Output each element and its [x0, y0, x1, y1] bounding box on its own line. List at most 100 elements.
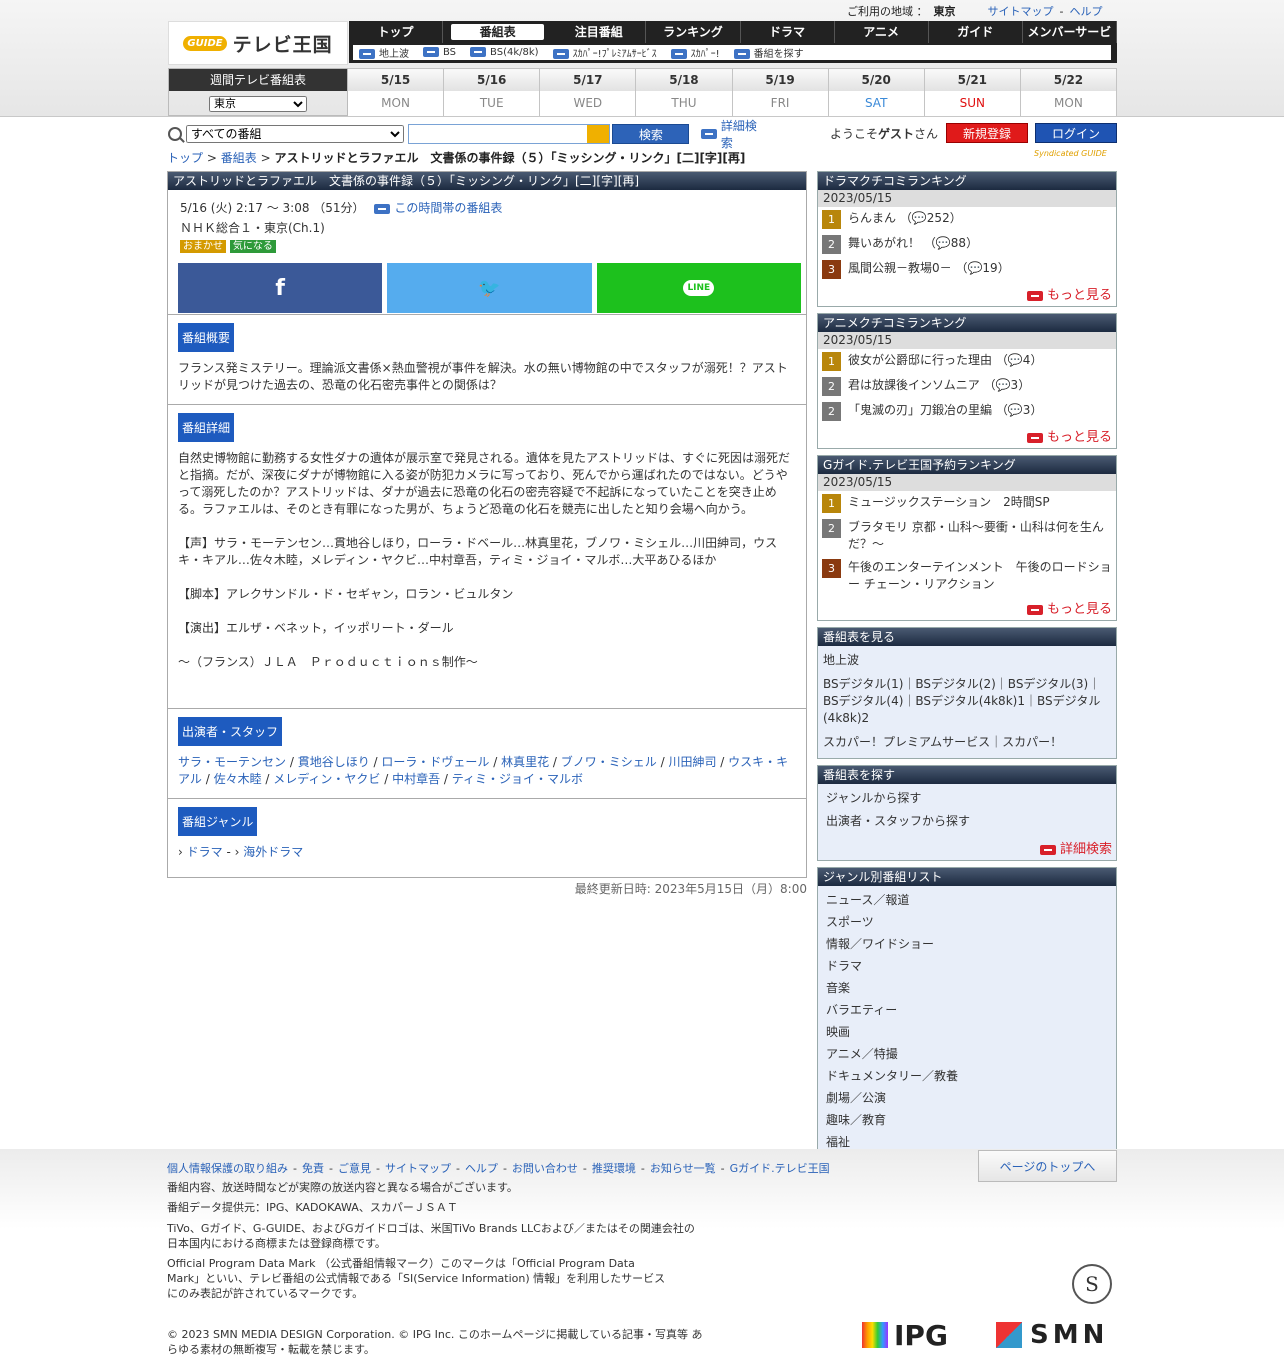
ranking-item[interactable]: 2 「鬼滅の刃」刀鍛冶の里編 （💬3） — [818, 399, 1116, 424]
sitemap-link[interactable]: サイトマップ — [988, 3, 1054, 19]
ranking-item[interactable]: 2 舞いあがれ！ （💬88） — [818, 232, 1116, 257]
more-link[interactable]: もっと見る — [818, 424, 1116, 448]
list-item[interactable]: BSデジタル(1)｜BSデジタル(2)｜BSデジタル(3)｜BSデジタル(4)｜… — [818, 673, 1116, 731]
day-column[interactable]: 5/15 MON — [348, 68, 445, 116]
footer-link[interactable]: 個人情報保護の取り組み — [167, 1162, 288, 1175]
list-item[interactable]: 情報／ワイドショー — [818, 933, 1116, 955]
weekly-schedule-bar: 週間テレビ番組表 東京 5/15 MON 5/16 TUE 5/17 WED 5/18 THU… — [168, 68, 1117, 116]
line-share-button[interactable]: LINE — [596, 263, 801, 313]
day-column[interactable]: 5/16 TUE — [444, 68, 541, 116]
footer-link[interactable]: お知らせ一覧 — [650, 1162, 716, 1175]
genre-link-foreign-drama[interactable]: 海外ドラマ — [243, 845, 303, 859]
cast-link[interactable]: 中村章吾 — [392, 772, 440, 786]
day-column[interactable]: 5/19 FRI — [732, 68, 829, 116]
footer-link[interactable]: ヘルプ — [465, 1162, 498, 1175]
cast-link[interactable]: 林真里花 — [501, 755, 549, 769]
footer-link[interactable]: 免責 — [302, 1162, 324, 1175]
sub-nav-item-4[interactable]: ｽｶﾊﾟｰ! — [670, 45, 720, 60]
cast-link[interactable]: ローラ・ドヴェール — [381, 755, 489, 769]
sub-nav-item-0[interactable]: 地上波 — [359, 45, 409, 60]
footer-link[interactable]: ご意見 — [338, 1162, 371, 1175]
nav-tab-0[interactable]: トップ — [349, 21, 444, 43]
nav-tab-7[interactable]: メンバーサービス — [1023, 21, 1117, 61]
kininaru-tag[interactable]: 気になる — [229, 240, 276, 253]
day-date: 5/20 — [828, 69, 924, 91]
nav-tab-2[interactable]: 注目番組 — [552, 21, 647, 43]
footer-link[interactable]: Gガイド.テレビ王国 — [730, 1162, 830, 1175]
breadcrumb-listing[interactable]: 番組表 — [221, 151, 257, 165]
cast-link[interactable]: 川田紳司 — [668, 755, 716, 769]
cast-link[interactable]: ブノワ・ミシェル — [561, 755, 657, 769]
ranking-item[interactable]: 1 彼女が公爵邸に行った理由 （💬4） — [818, 349, 1116, 374]
login-button[interactable]: ログイン — [1035, 123, 1117, 143]
omakase-tag[interactable]: おまかせ — [180, 240, 226, 253]
nav-tab-4[interactable]: ドラマ — [741, 21, 835, 43]
facebook-share-button[interactable]: f — [178, 263, 383, 313]
more-link[interactable]: 詳細検索 — [818, 836, 1116, 860]
advanced-search-link[interactable]: 詳細検索 — [701, 117, 768, 151]
nav-tab-3[interactable]: ランキング — [646, 21, 741, 43]
search-scope-select[interactable]: すべての番組 — [185, 125, 405, 143]
ranking-item[interactable]: 2 ブラタモリ 京都・山科〜要衝・山科は何を生んだ？〜 — [818, 516, 1116, 556]
ranking-item[interactable]: 1 らんまん （💬252） — [818, 207, 1116, 232]
more-link[interactable]: もっと見る — [818, 282, 1116, 306]
list-item[interactable]: 劇場／公演 — [818, 1087, 1116, 1109]
search-button[interactable]: 検索 — [612, 124, 690, 144]
arrow-icon — [552, 49, 569, 59]
list-item[interactable]: 出演者・スタッフから探す — [818, 810, 1116, 833]
nav-tab-1[interactable]: 番組表 — [451, 24, 545, 40]
site-logo[interactable]: GUIDE テレビ王国 — [168, 21, 348, 65]
page-top-button[interactable]: ページのトップへ — [978, 1150, 1117, 1182]
ranking-item[interactable]: 3 風間公親－教場0－ （💬19） — [818, 257, 1116, 282]
day-column[interactable]: 5/20 SAT — [828, 68, 925, 116]
list-item[interactable]: 地上波 — [818, 649, 1116, 673]
footer-link[interactable]: お問い合わせ — [512, 1162, 578, 1175]
cast-link[interactable]: 貫地谷しほり — [298, 755, 370, 769]
list-item[interactable]: 映画 — [818, 1021, 1116, 1043]
smn-logo: SMN — [996, 1320, 1108, 1350]
sub-nav-item-5[interactable]: 番組を探す — [733, 45, 804, 60]
list-item[interactable]: ドラマ — [818, 955, 1116, 977]
cast-link[interactable]: 佐々木睦 — [214, 772, 262, 786]
day-weekday: THU — [636, 91, 732, 116]
sub-nav-item-2[interactable]: BS(4k/8k) — [470, 47, 539, 58]
list-item[interactable]: バラエティー — [818, 999, 1116, 1021]
breadcrumb-top[interactable]: トップ — [167, 151, 203, 165]
nav-tab-5[interactable]: アニメ — [835, 21, 929, 43]
ranking-item[interactable]: 1 ミュージックステーション 2時間SP — [818, 491, 1116, 516]
list-item[interactable]: スポーツ — [818, 911, 1116, 933]
help-link[interactable]: ヘルプ — [1069, 3, 1102, 19]
timeslot-link[interactable]: この時間帯の番組表 — [374, 201, 502, 215]
twitter-share-button[interactable]: 🐦 — [387, 263, 592, 313]
list-item[interactable]: スカパー！プレミアムサービス｜スカパー！ — [818, 731, 1116, 755]
nav-tab-6[interactable]: ガイド — [929, 21, 1023, 43]
day-column[interactable]: 5/17 WED — [540, 68, 637, 116]
genre-link-drama[interactable]: ドラマ — [187, 845, 223, 859]
footer-link[interactable]: サイトマップ — [385, 1162, 451, 1175]
day-column[interactable]: 5/22 MON — [1020, 68, 1117, 116]
list-item[interactable]: 趣味／教育 — [818, 1109, 1116, 1131]
list-item[interactable]: ニュース／報道 — [818, 889, 1116, 911]
ranking-item[interactable]: 3 午後のエンターテインメント 午後のロードショー チェーン・リアクション — [818, 556, 1116, 596]
ranking-item[interactable]: 2 君は放課後インソムニア （💬3） — [818, 374, 1116, 399]
cast-link[interactable]: ティミ・ジョイ・マルボ — [452, 772, 583, 786]
search-input[interactable] — [408, 124, 611, 144]
region-select[interactable]: 東京 — [209, 95, 307, 112]
box-title: 番組表を探す — [818, 766, 1116, 784]
footer-link[interactable]: 推奨環境 — [592, 1162, 636, 1175]
cast-link[interactable]: メレディン・ヤクビ — [273, 772, 380, 786]
day-column[interactable]: 5/18 THU — [636, 68, 733, 116]
day-column[interactable]: 5/21 SUN — [924, 68, 1021, 116]
more-link[interactable]: もっと見る — [818, 596, 1116, 620]
sub-nav-item-3[interactable]: ｽｶﾊﾟｰ!ﾌﾟﾚﾐｱﾑｻｰﾋﾞｽ — [552, 45, 657, 60]
list-item[interactable]: 音楽 — [818, 977, 1116, 999]
arrow-icon — [1026, 290, 1043, 301]
list-item[interactable]: アニメ／特撮 — [818, 1043, 1116, 1065]
list-item[interactable]: ドキュメンタリー／教養 — [818, 1065, 1116, 1087]
cast-link[interactable]: サラ・モーテンセン — [178, 755, 286, 769]
smn-mark-icon — [996, 1322, 1022, 1348]
register-button[interactable]: 新規登録 — [946, 123, 1028, 143]
sub-nav-item-1[interactable]: BS — [423, 47, 456, 58]
arrow-icon — [374, 203, 391, 214]
list-item[interactable]: ジャンルから探す — [818, 787, 1116, 810]
